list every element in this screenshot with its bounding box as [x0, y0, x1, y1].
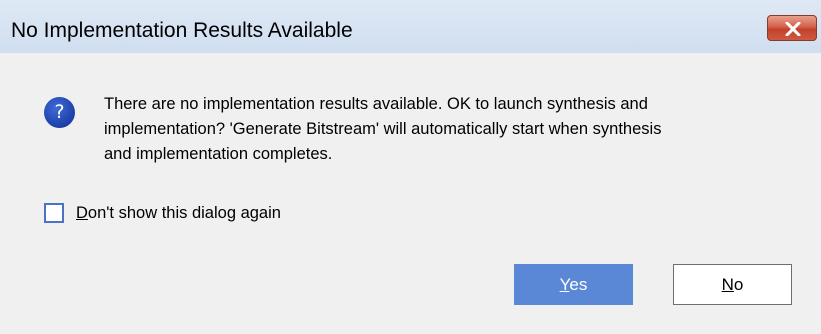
message-line: implementation? 'Generate Bitstream' wil… [104, 120, 662, 138]
message-line: and implementation completes. [104, 145, 333, 163]
yes-button[interactable]: Yes [514, 264, 633, 305]
dialog-title: No Implementation Results Available [11, 19, 353, 42]
no-button[interactable]: No [673, 264, 792, 305]
close-button[interactable] [767, 15, 817, 41]
close-x-icon [785, 22, 801, 36]
dialog-message: There are no implementation results avai… [104, 92, 804, 167]
dont-show-again-label[interactable]: Don't show this dialog again [76, 204, 281, 223]
dont-show-again-checkbox[interactable] [44, 203, 64, 223]
yes-label: es [569, 275, 588, 294]
no-label: o [733, 275, 744, 294]
title-bar[interactable]: No Implementation Results Available [0, 0, 821, 53]
no-mnemonic: N [721, 275, 734, 294]
message-line: There are no implementation results avai… [104, 95, 648, 113]
dialog-window: No Implementation Results Available ? Th… [0, 0, 821, 334]
label-text: on't show this dialog again [87, 204, 281, 222]
yes-mnemonic: Y [559, 275, 570, 294]
label-mnemonic: D [76, 204, 88, 222]
question-icon: ? [44, 97, 75, 128]
